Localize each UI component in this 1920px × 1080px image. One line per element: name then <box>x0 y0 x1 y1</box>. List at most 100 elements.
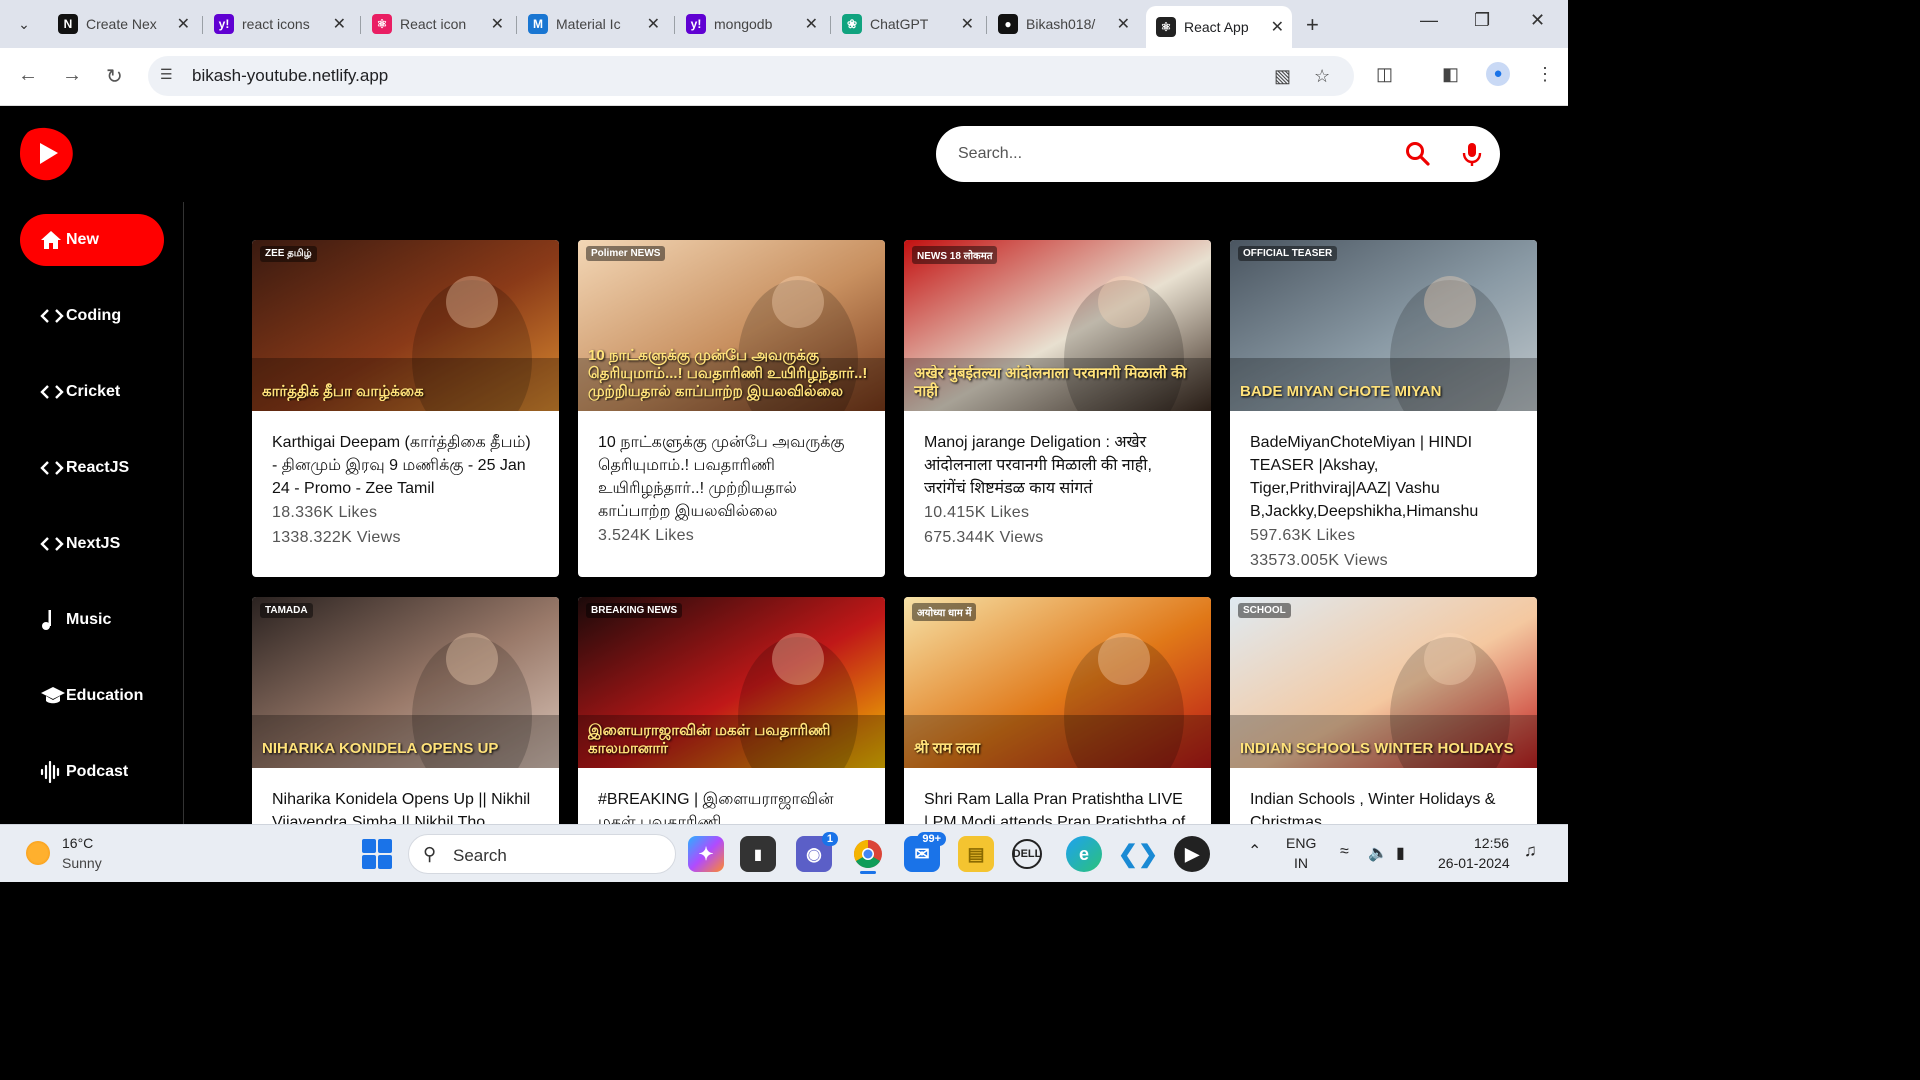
video-card[interactable]: ZEE தமிழ் கார்த்திக் தீபா வாழ்க்கை Karthig… <box>252 240 559 577</box>
video-title[interactable]: Indian Schools , Winter Holidays & Chris… <box>1250 788 1517 824</box>
chevron-up-icon[interactable]: ⌃ <box>1248 841 1261 861</box>
video-thumbnail[interactable]: NEWS 18 लोकमत अखेर मुंबईतल्या आंदोलनाला प… <box>904 240 1211 411</box>
new-tab-button[interactable]: + <box>1306 12 1319 38</box>
weather-temperature[interactable]: 16°C <box>62 835 93 851</box>
video-card[interactable]: NEWS 18 लोकमत अखेर मुंबईतल्या आंदोलनाला प… <box>904 240 1211 577</box>
tab-title: React App <box>1184 19 1249 35</box>
windows-start-button[interactable] <box>362 839 392 869</box>
minimize-button[interactable]: — <box>1420 10 1438 31</box>
more-menu-icon[interactable]: ⋮ <box>1536 64 1554 85</box>
close-window-button[interactable]: ✕ <box>1530 10 1545 31</box>
notification-bell-icon[interactable]: ♫ <box>1524 841 1537 861</box>
video-title[interactable]: #BREAKING | இளையராஜாவின் மகள் பவதாரிணி <box>598 788 865 824</box>
video-thumbnail[interactable]: अयोध्या धाम में श्री राम लला <box>904 597 1211 768</box>
close-tab-icon[interactable]: ✕ <box>961 14 974 34</box>
close-tab-icon[interactable]: ✕ <box>491 14 504 34</box>
browser-tab[interactable]: M Material Ic ✕ <box>518 8 668 40</box>
sidebar-item-new[interactable]: New <box>20 214 164 266</box>
browser-tab[interactable]: ❀ ChatGPT ✕ <box>832 8 982 40</box>
clock-date[interactable]: 26-01-2024 <box>1438 855 1510 871</box>
terminal-icon[interactable]: ▮ <box>740 836 776 872</box>
video-title[interactable]: Manoj jarange Deligation : अखेर आंदोलनाल… <box>924 431 1191 500</box>
mail-icon[interactable]: ✉ 99+ <box>904 832 946 872</box>
video-card[interactable]: TAMADA NIHARIKA KONIDELA OPENS UP Niharika… <box>252 597 559 824</box>
video-details: #BREAKING | இளையராஜாவின் மகள் பவதாரிணி <box>578 768 885 824</box>
video-card[interactable]: अयोध्या धाम में श्री राम लला Shri Ram Lall… <box>904 597 1211 824</box>
browser-tab[interactable]: N Create Nex ✕ <box>48 8 198 40</box>
video-card[interactable]: BREAKING NEWS இளையராஜாவின் மகள் பவதாரிணி … <box>578 597 885 824</box>
video-title[interactable]: BadeMiyanChoteMiyan | HINDI TEASER |Aksh… <box>1250 431 1517 523</box>
video-card[interactable]: SCHOOL INDIAN SCHOOLS WINTER HOLIDAYS Indi… <box>1230 597 1537 824</box>
video-card[interactable]: Polimer NEWS 10 நாட்களுக்கு முன்பே அவருக்… <box>578 240 885 577</box>
volume-icon[interactable]: 🔈 <box>1368 843 1388 863</box>
input-region[interactable]: IN <box>1294 855 1308 871</box>
close-tab-icon[interactable]: ✕ <box>647 14 660 34</box>
close-tab-icon[interactable]: ✕ <box>1117 14 1130 34</box>
dell-icon[interactable]: DELL <box>1012 839 1042 869</box>
vscode-icon[interactable]: ❮❯ <box>1118 836 1158 872</box>
video-title[interactable]: Karthigai Deepam (கார்த்திகை தீபம்) - தி… <box>272 431 539 500</box>
weather-condition[interactable]: Sunny <box>62 855 102 871</box>
youtube-logo[interactable] <box>18 124 76 182</box>
sidebar-item-education[interactable]: Education <box>20 670 164 722</box>
sidebar-item-cricket[interactable]: Cricket <box>20 366 164 418</box>
install-app-icon[interactable]: ▧ <box>1274 66 1291 87</box>
browser-tab[interactable]: ⚛ React icon ✕ <box>362 8 512 40</box>
close-tab-icon[interactable]: ✕ <box>333 14 346 34</box>
sidebar-item-coding[interactable]: Coding <box>20 290 164 342</box>
video-card[interactable]: OFFICIAL TEASER BADE MIYAN CHOTE MIYAN Bad… <box>1230 240 1537 577</box>
url-text[interactable]: bikash-youtube.netlify.app <box>192 66 388 86</box>
bookmark-star-icon[interactable]: ☆ <box>1314 66 1330 87</box>
restore-button[interactable]: ❐ <box>1474 10 1490 31</box>
close-tab-icon[interactable]: ✕ <box>805 14 818 34</box>
wifi-icon[interactable]: ≈ <box>1340 843 1349 861</box>
side-panel-icon[interactable]: ◧ <box>1442 64 1459 85</box>
browser-tab[interactable]: ● Bikash018/ ✕ <box>988 8 1138 40</box>
sidebar-item-nextjs[interactable]: NextJS <box>20 518 164 570</box>
voice-search-button[interactable] <box>1458 140 1486 168</box>
close-tab-icon[interactable]: ✕ <box>177 14 190 34</box>
video-title[interactable]: 10 நாட்களுக்கு முன்பே அவருக்கு தெரியுமாம… <box>598 431 865 523</box>
browser-tab[interactable]: ⚛ React App ✕ <box>1146 6 1292 48</box>
input-language[interactable]: ENG <box>1286 835 1316 851</box>
extensions-icon[interactable]: ◫ <box>1376 64 1393 85</box>
sun-icon[interactable] <box>26 841 50 865</box>
profile-avatar-icon[interactable]: ● <box>1486 62 1510 86</box>
taskbar-search[interactable]: ⚲ Search <box>408 834 676 874</box>
media-player-icon[interactable]: ▶ <box>1174 836 1210 872</box>
browser-tab[interactable]: y! react icons ✕ <box>204 8 354 40</box>
video-likes: 3.524K Likes <box>598 527 695 544</box>
file-explorer-icon[interactable]: ▤ <box>958 836 994 872</box>
video-thumbnail[interactable]: SCHOOL INDIAN SCHOOLS WINTER HOLIDAYS <box>1230 597 1537 768</box>
copilot-icon[interactable]: ✦ <box>688 836 724 872</box>
forward-button[interactable]: → <box>62 64 82 87</box>
arrow-right-icon: → <box>62 64 82 86</box>
video-title[interactable]: Niharika Konidela Opens Up || Nikhil Vij… <box>272 788 539 824</box>
chrome-logo-icon <box>854 840 882 868</box>
tab-title: React icon <box>400 16 467 32</box>
search-button[interactable] <box>1404 140 1432 168</box>
video-thumbnail[interactable]: BREAKING NEWS இளையராஜாவின் மகள் பவதாரிணி … <box>578 597 885 768</box>
tab-search-button[interactable]: ⌄ <box>8 8 40 40</box>
search-input[interactable] <box>958 140 1378 168</box>
sidebar-item-reactjs[interactable]: ReactJS <box>20 442 164 494</box>
sidebar-item-podcast[interactable]: Podcast <box>20 746 164 798</box>
reload-button[interactable]: ↻ <box>106 64 123 89</box>
video-thumbnail[interactable]: OFFICIAL TEASER BADE MIYAN CHOTE MIYAN <box>1230 240 1537 411</box>
sidebar-item-music[interactable]: Music <box>20 594 164 646</box>
clock-time[interactable]: 12:56 <box>1474 835 1509 851</box>
chrome-icon[interactable] <box>850 836 886 874</box>
battery-icon[interactable]: ▮ <box>1396 843 1405 863</box>
edge-icon[interactable]: e <box>1066 836 1102 872</box>
search-icon: ⚲ <box>423 844 437 864</box>
video-thumbnail[interactable]: TAMADA NIHARIKA KONIDELA OPENS UP <box>252 597 559 768</box>
back-button[interactable]: ← <box>18 64 38 87</box>
video-thumbnail[interactable]: Polimer NEWS 10 நாட்களுக்கு முன்பே அவருக்… <box>578 240 885 411</box>
teams-icon[interactable]: ◉ 1 <box>796 832 838 872</box>
close-tab-icon[interactable]: ✕ <box>1271 17 1284 37</box>
browser-tab[interactable]: y! mongodb ✕ <box>676 8 826 40</box>
site-info-icon[interactable]: ☰ <box>160 66 173 83</box>
video-title[interactable]: Shri Ram Lalla Pran Pratishtha LIVE | PM… <box>924 788 1191 824</box>
address-bar[interactable]: ☰ bikash-youtube.netlify.app ▧ ☆ <box>148 56 1354 96</box>
video-thumbnail[interactable]: ZEE தமிழ் கார்த்திக் தீபா வாழ்க்கை <box>252 240 559 411</box>
